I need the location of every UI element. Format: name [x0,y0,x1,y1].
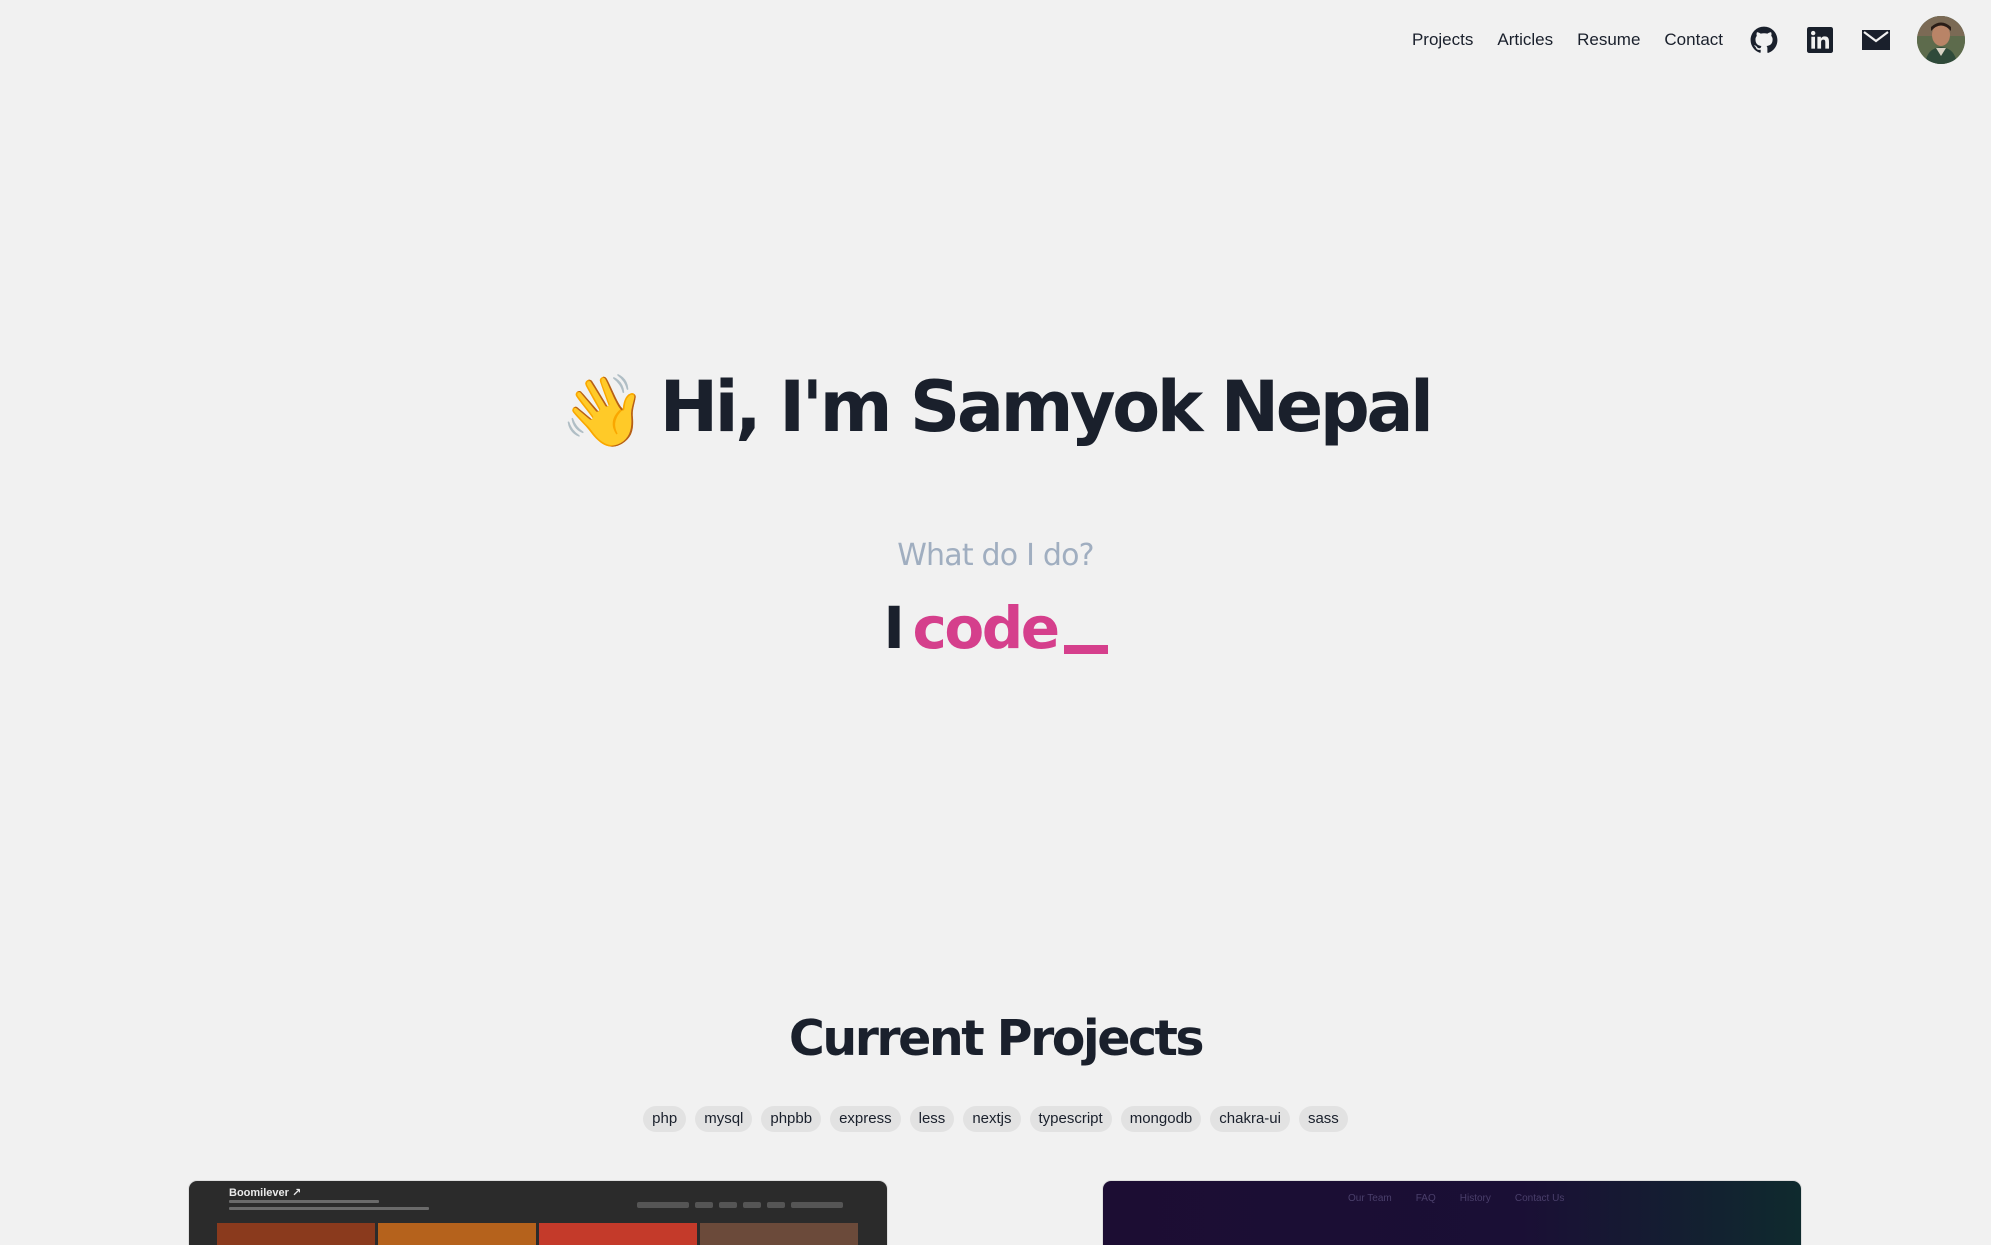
tag-chakra-ui[interactable]: chakra-ui [1210,1106,1290,1132]
preview-nav: Our Team FAQ History Contact Us [1348,1193,1564,1204]
project-card-boomilever[interactable]: Boomilever ↗ [189,1181,887,1245]
preview-image-grid [217,1223,858,1245]
avatar[interactable] [1917,16,1965,64]
typing-line: Icode [0,590,1991,666]
tag-sass[interactable]: sass [1298,1106,1348,1132]
tag-php[interactable]: php [643,1106,687,1132]
project-card-preview-title: Boomilever ↗ [229,1187,302,1199]
current-projects-title: Current Projects [788,1010,1205,1067]
preview-text-line [229,1207,429,1210]
tag-filter-list: php mysql phpbb express less nextjs type… [0,1106,1991,1132]
tag-phpbb[interactable]: phpbb [761,1106,822,1132]
nav-link-resume[interactable]: Resume [1577,30,1640,50]
typing-word: code [912,594,1061,662]
linkedin-icon[interactable] [1805,25,1835,55]
project-card-site[interactable]: Our Team FAQ History Contact Us [1103,1181,1801,1245]
waving-hand-icon: 👋 [560,370,648,452]
preview-filter-bar [637,1202,843,1208]
nav-link-contact[interactable]: Contact [1664,30,1723,50]
hero-title: 👋 Hi, I'm Samyok Nepal [0,362,1991,456]
tag-typescript[interactable]: typescript [1029,1106,1112,1132]
typing-prefix: I [883,594,905,662]
preview-nav-item: History [1459,1193,1491,1204]
preview-nav-item: Contact Us [1514,1193,1565,1204]
tag-express[interactable]: express [830,1106,901,1132]
page: Projects Articles Resume Contact 👋 Hi, I… [0,0,1991,1245]
preview-text-line [229,1200,379,1203]
top-nav: Projects Articles Resume Contact [1412,14,1965,66]
mail-icon[interactable] [1861,25,1891,55]
github-icon[interactable] [1749,25,1779,55]
preview-nav-item: Our Team [1348,1193,1392,1204]
tag-nextjs[interactable]: nextjs [963,1106,1021,1132]
tag-mongodb[interactable]: mongodb [1120,1106,1202,1132]
hero-title-text: Hi, I'm Samyok Nepal [659,366,1434,448]
tag-mysql[interactable]: mysql [695,1106,753,1132]
nav-link-articles[interactable]: Articles [1497,30,1553,50]
preview-nav-item: FAQ [1415,1193,1436,1204]
tag-less[interactable]: less [909,1106,955,1132]
hero-subtitle: What do I do? [897,538,1094,573]
typing-cursor [1063,645,1108,654]
nav-link-projects[interactable]: Projects [1412,30,1473,50]
